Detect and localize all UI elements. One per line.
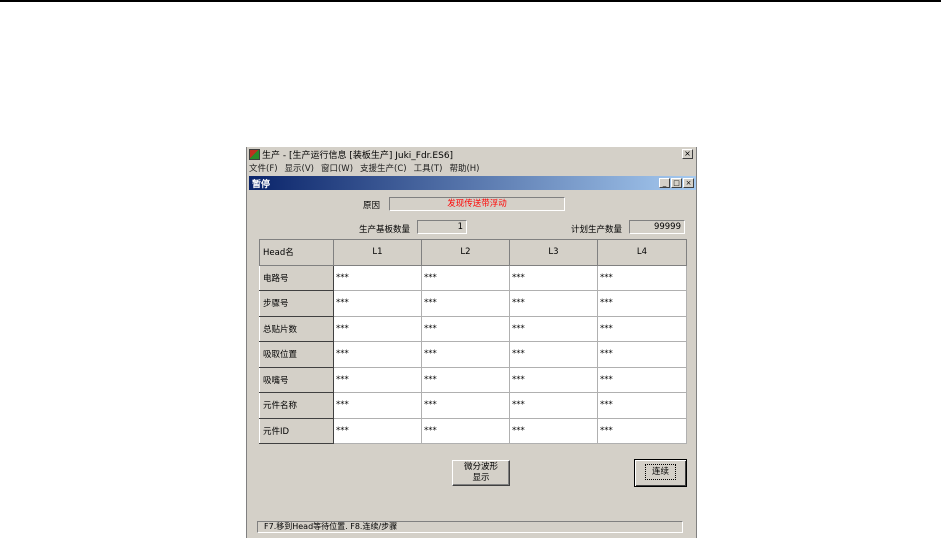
table-cell: *** (333, 264, 422, 291)
table-cell: *** (333, 392, 422, 419)
child-window-controls: _ □ × (659, 178, 694, 188)
table-cell: *** (509, 366, 598, 393)
app-window: 生产 - [生产运行信息 [装板生产] Juki_Fdr.ES6] × 文件(F… (246, 147, 697, 538)
table-cell: *** (333, 290, 422, 317)
table-cell: *** (597, 392, 687, 419)
table-cell: *** (597, 417, 687, 444)
menu-file[interactable]: 文件(F) (249, 162, 278, 174)
table-row: 步骤号 *** *** *** *** (259, 290, 687, 317)
table-cell: *** (509, 290, 598, 317)
menu-support-production[interactable]: 支援生产(C) (360, 162, 407, 174)
menu-bar: 文件(F) 显示(V) 窗口(W) 支援生产(C) 工具(T) 帮助(H) (247, 161, 696, 175)
row-header: 电路号 (259, 264, 334, 291)
status-bar: F7.移到Head等待位置. F8.连续/步骤 (257, 521, 683, 533)
table-cell: *** (421, 264, 510, 291)
waveform-display-button[interactable]: 微分波形 显示 (452, 460, 510, 486)
table-cell: *** (421, 417, 510, 444)
table-header-row: Head名 L1 L2 L3 L4 (259, 239, 687, 266)
menu-help[interactable]: 帮助(H) (449, 162, 479, 174)
maximize-icon[interactable]: □ (671, 178, 682, 188)
continue-button-label: 连续 (644, 464, 676, 480)
column-header: L2 (421, 239, 510, 266)
table-row: 电路号 *** *** *** *** (259, 264, 687, 291)
table-cell: *** (333, 366, 422, 393)
table-row: 吸取位置 *** *** *** *** (259, 341, 687, 368)
continue-button[interactable]: 连续 (634, 459, 687, 487)
boards-value: 1 (417, 220, 467, 234)
table-cell: *** (509, 417, 598, 444)
menu-tools[interactable]: 工具(T) (414, 162, 443, 174)
production-info-table: Head名 L1 L2 L3 L4 电路号 *** *** *** *** 步骤… (259, 239, 687, 444)
table-cell: *** (509, 341, 598, 368)
cause-value: 发现传送带浮动 (389, 197, 565, 211)
table-cell: *** (509, 264, 598, 291)
table-cell: *** (421, 366, 510, 393)
table-cell: *** (597, 290, 687, 317)
table-cell: *** (597, 264, 687, 291)
app-icon (249, 148, 260, 160)
table-cell: *** (421, 290, 510, 317)
column-header: L3 (509, 239, 598, 266)
row-header: 元件名称 (259, 392, 334, 419)
table-row: 吸嘴号 *** *** *** *** (259, 366, 687, 393)
table-cell: *** (597, 366, 687, 393)
table-row: 总贴片数 *** *** *** *** (259, 315, 687, 342)
column-header: L4 (597, 239, 687, 266)
row-header: 元件ID (259, 417, 334, 444)
row-header: 步骤号 (259, 290, 334, 317)
minimize-icon[interactable]: _ (659, 178, 670, 188)
table-row: 元件ID *** *** *** *** (259, 417, 687, 444)
column-header: L1 (333, 239, 422, 266)
table-cell: *** (333, 341, 422, 368)
cause-label: 原因 (363, 201, 381, 211)
plan-value: 99999 (629, 220, 685, 234)
table-cell: *** (597, 315, 687, 342)
row-header: 总贴片数 (259, 315, 334, 342)
child-close-icon[interactable]: × (683, 178, 694, 188)
table-cell: *** (509, 392, 598, 419)
child-title: 暂停 (252, 179, 271, 190)
close-icon[interactable]: × (682, 149, 693, 159)
table-corner-header: Head名 (259, 239, 334, 266)
child-titlebar[interactable]: 暂停 _ □ × (249, 176, 696, 190)
boards-label: 生产基板数量 (359, 225, 411, 235)
table-cell: *** (421, 341, 510, 368)
menu-window[interactable]: 窗口(W) (321, 162, 353, 174)
table-row: 元件名称 *** *** *** *** (259, 392, 687, 419)
plan-label: 计划生产数量 (571, 225, 623, 235)
table-cell: *** (333, 315, 422, 342)
table-cell: *** (421, 392, 510, 419)
table-cell: *** (333, 417, 422, 444)
app-title: 生产 - [生产运行信息 [装板生产] Juki_Fdr.ES6] (262, 150, 454, 161)
top-rule (0, 0, 941, 2)
table-cell: *** (421, 315, 510, 342)
table-cell: *** (509, 315, 598, 342)
table-cell: *** (597, 341, 687, 368)
row-header: 吸嘴号 (259, 366, 334, 393)
app-titlebar[interactable]: 生产 - [生产运行信息 [装板生产] Juki_Fdr.ES6] × (247, 147, 696, 161)
menu-view[interactable]: 显示(V) (285, 162, 314, 174)
row-header: 吸取位置 (259, 341, 334, 368)
